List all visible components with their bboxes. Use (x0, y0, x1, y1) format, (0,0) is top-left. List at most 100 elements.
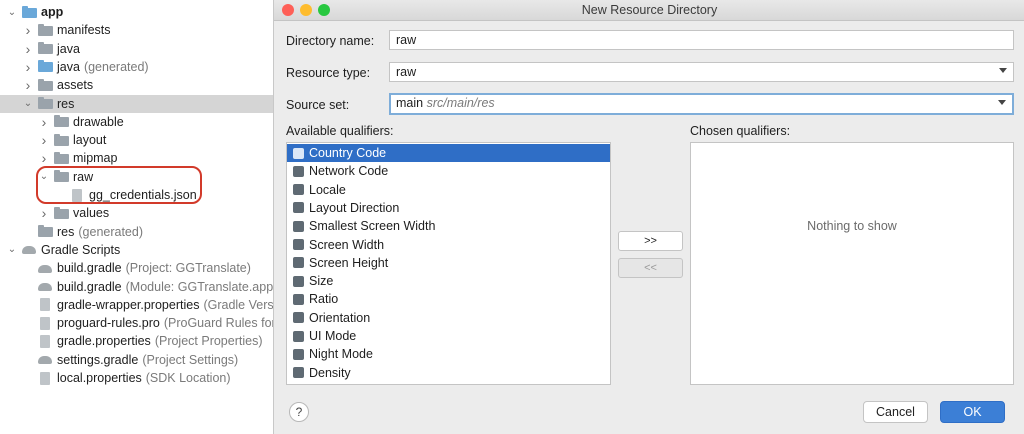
tree-item-label: java (57, 59, 80, 74)
qualifier-item[interactable]: Size (287, 272, 610, 290)
chevron-right-icon[interactable]: › (38, 114, 50, 130)
chevron-right-icon[interactable]: › (22, 22, 34, 38)
qualifier-item[interactable]: Orientation (287, 309, 610, 327)
qualifier-icon (293, 275, 304, 287)
properties-file-icon (38, 371, 53, 385)
tree-item[interactable]: › assets (0, 76, 275, 94)
chevron-right-icon[interactable]: › (22, 77, 34, 93)
source-set-value: main (396, 96, 424, 110)
tree-item[interactable]: › manifests (0, 21, 275, 39)
tree-item[interactable]: › values (0, 204, 275, 222)
qualifier-icon (293, 348, 304, 360)
help-button[interactable]: ? (289, 402, 309, 422)
resource-type-select[interactable]: raw (389, 62, 1014, 82)
generated-folder-icon (38, 60, 53, 73)
tree-item-suffix: (Project Properties) (154, 334, 263, 349)
tree-item-label: app (41, 5, 64, 19)
chevron-right-icon[interactable]: › (22, 59, 34, 75)
chevron-down-icon[interactable]: ⌄ (22, 98, 34, 110)
qualifier-icon (293, 293, 304, 305)
chevron-down-icon[interactable]: ⌄ (6, 244, 18, 256)
qualifier-icon (293, 184, 304, 196)
qualifier-icon (293, 330, 304, 342)
available-qualifiers-list[interactable]: Country Code Network Code Locale Layout Dir… (286, 142, 611, 385)
gradle-icon (38, 280, 53, 293)
chevron-down-icon (999, 68, 1007, 73)
tree-item-label: proguard-rules.pro (57, 316, 160, 331)
tree-item[interactable]: › java (generated) (0, 58, 275, 76)
tree-item-suffix: (Project: GGTranslate) (125, 261, 251, 276)
tree-item-label: mipmap (73, 151, 118, 166)
tree-item[interactable]: ⌄ Gradle Scripts (0, 241, 275, 259)
qualifier-icon (293, 239, 304, 250)
folder-icon (54, 206, 69, 220)
gradle-icon (22, 243, 37, 256)
tree-item[interactable]: gradle.properties (Project Properties) (0, 332, 275, 350)
add-qualifier-button[interactable]: >> (618, 231, 683, 251)
chevron-down-icon (998, 100, 1006, 105)
qualifier-item[interactable]: Network Code (287, 162, 610, 180)
qualifier-item[interactable]: Layout Direction (287, 199, 610, 217)
remove-qualifier-button[interactable]: << (618, 258, 683, 278)
chevron-right-icon[interactable]: › (38, 150, 50, 166)
qualifier-item[interactable]: Locale (287, 181, 610, 199)
directory-name-input[interactable]: raw (389, 30, 1014, 50)
tree-item[interactable]: settings.gradle (Project Settings) (0, 351, 275, 369)
qualifier-item[interactable]: Country Code (287, 144, 610, 162)
tree-item[interactable]: build.gradle (Module: GGTranslate.app) (0, 278, 275, 296)
tree-item[interactable]: › java (0, 40, 275, 58)
tree-item-label: java (57, 41, 80, 56)
tree-item[interactable]: ⌄ res (0, 94, 275, 113)
tree-item[interactable]: › layout (0, 131, 275, 149)
tree-item[interactable]: build.gradle (Project: GGTranslate) (0, 259, 275, 277)
qualifier-item[interactable]: Ratio (287, 290, 610, 308)
chevron-right-icon[interactable]: › (22, 41, 34, 57)
tree-item[interactable]: › mipmap (0, 149, 275, 167)
qualifier-icon (293, 165, 304, 177)
folder-icon (38, 23, 53, 37)
project-tree[interactable]: ⌄ app › manifests › java › java (generated) › asse… (0, 0, 275, 434)
qualifier-item[interactable]: Density (287, 364, 610, 382)
tree-item[interactable]: gradle-wrapper.properties(Gradle Version… (0, 296, 275, 314)
chevron-right-icon[interactable]: › (38, 132, 50, 148)
qualifier-item[interactable]: Night Mode (287, 345, 610, 363)
tree-item[interactable]: proguard-rules.pro(ProGuard Rules for GG… (0, 314, 275, 332)
source-set-select[interactable]: main src/main/res (389, 93, 1014, 115)
cancel-button[interactable]: Cancel (863, 401, 928, 423)
dialog-titlebar: New Resource Directory (274, 0, 1024, 21)
directory-name-label: Directory name: (286, 34, 375, 48)
chevron-right-icon[interactable]: › (38, 205, 50, 221)
qualifier-item[interactable]: Screen Height (287, 254, 610, 272)
folder-icon (54, 151, 69, 165)
gradle-icon (38, 353, 53, 366)
tree-item-label: layout (73, 133, 107, 148)
source-set-label: Source set: (286, 98, 350, 112)
folder-icon (54, 133, 69, 147)
resource-type-label: Resource type: (286, 66, 371, 80)
tree-item-label: build.gradle (57, 261, 122, 276)
tree-item-label: assets (57, 78, 94, 93)
tree-item-label: gradle-wrapper.properties (57, 297, 200, 312)
app-module-icon (22, 5, 37, 19)
chosen-qualifiers-list[interactable]: Nothing to show (690, 142, 1014, 385)
qualifier-item[interactable]: UI Mode (287, 327, 610, 345)
qualifier-label: Density (309, 365, 351, 380)
tree-item[interactable]: › drawable (0, 113, 275, 131)
qualifier-item[interactable]: Screen Width (287, 236, 610, 254)
tree-item-label: drawable (73, 114, 124, 129)
ok-button[interactable]: OK (940, 401, 1005, 423)
qualifier-label: Ratio (309, 292, 339, 307)
tree-item[interactable]: local.properties (SDK Location) (0, 369, 275, 387)
qualifier-label: Smallest Screen Width (309, 219, 436, 234)
tree-item[interactable]: ⌄ app (0, 3, 275, 21)
qualifier-label: Screen Width (309, 237, 385, 252)
qualifier-icon (293, 257, 304, 269)
tree-item[interactable]: res (generated) (0, 223, 275, 241)
qualifier-label: Orientation (309, 310, 371, 325)
qualifier-item[interactable]: Smallest Screen Width (287, 217, 610, 235)
resource-folder-icon (38, 97, 53, 110)
chevron-down-icon[interactable]: ⌄ (6, 6, 18, 18)
qualifier-label: Size (309, 274, 334, 289)
